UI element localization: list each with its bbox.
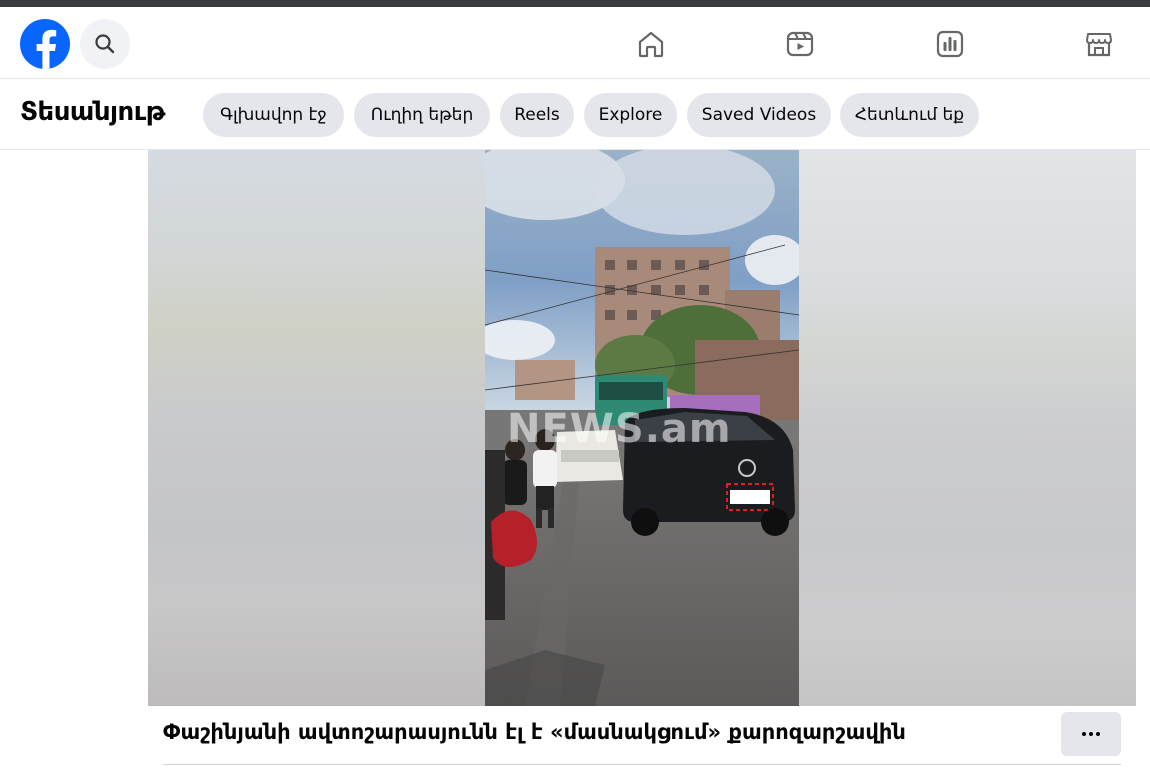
browser-top-strip: [0, 0, 1150, 7]
video-player[interactable]: NEWS.am: [148, 150, 1136, 706]
video-nav-button[interactable]: [780, 25, 820, 63]
video-blur-background-left: [148, 150, 485, 706]
facebook-logo-icon[interactable]: [20, 19, 70, 69]
page-title: Տեսանյութ: [20, 97, 165, 127]
tab-reels[interactable]: Reels: [500, 93, 574, 137]
video-caption: Փաշինյանի ավտոշարասյունն էլ է «մասնակցու…: [163, 720, 906, 744]
home-icon: [638, 31, 664, 58]
feed-icon: [936, 30, 964, 58]
video-blur-background-right: [799, 150, 1136, 706]
tab-saved-videos[interactable]: Saved Videos: [687, 93, 831, 137]
video-watermark: NEWS.am: [507, 406, 732, 452]
video-frame[interactable]: NEWS.am: [485, 150, 799, 706]
more-icon: [1082, 732, 1100, 736]
marketplace-icon: [1086, 33, 1112, 57]
tab-home[interactable]: Գլխավոր էջ: [203, 93, 344, 137]
tab-explore[interactable]: Explore: [584, 93, 677, 137]
search-button[interactable]: [80, 19, 130, 69]
marketplace-nav-button[interactable]: [1079, 25, 1119, 63]
more-options-button[interactable]: [1061, 712, 1121, 756]
divider: [163, 764, 1121, 765]
video-icon: [786, 31, 814, 57]
feeds-nav-button[interactable]: [930, 25, 970, 63]
home-nav-button[interactable]: [631, 25, 671, 63]
top-navigation-bar: [0, 7, 1150, 79]
search-icon: [95, 34, 115, 54]
video-subnav: Տեսանյութ Գլխավոր էջ Ուղիղ եթեր Reels Ex…: [0, 79, 1150, 150]
tab-following[interactable]: Հետևում եք: [840, 93, 979, 137]
tab-live[interactable]: Ուղիղ եթեր: [354, 93, 490, 137]
